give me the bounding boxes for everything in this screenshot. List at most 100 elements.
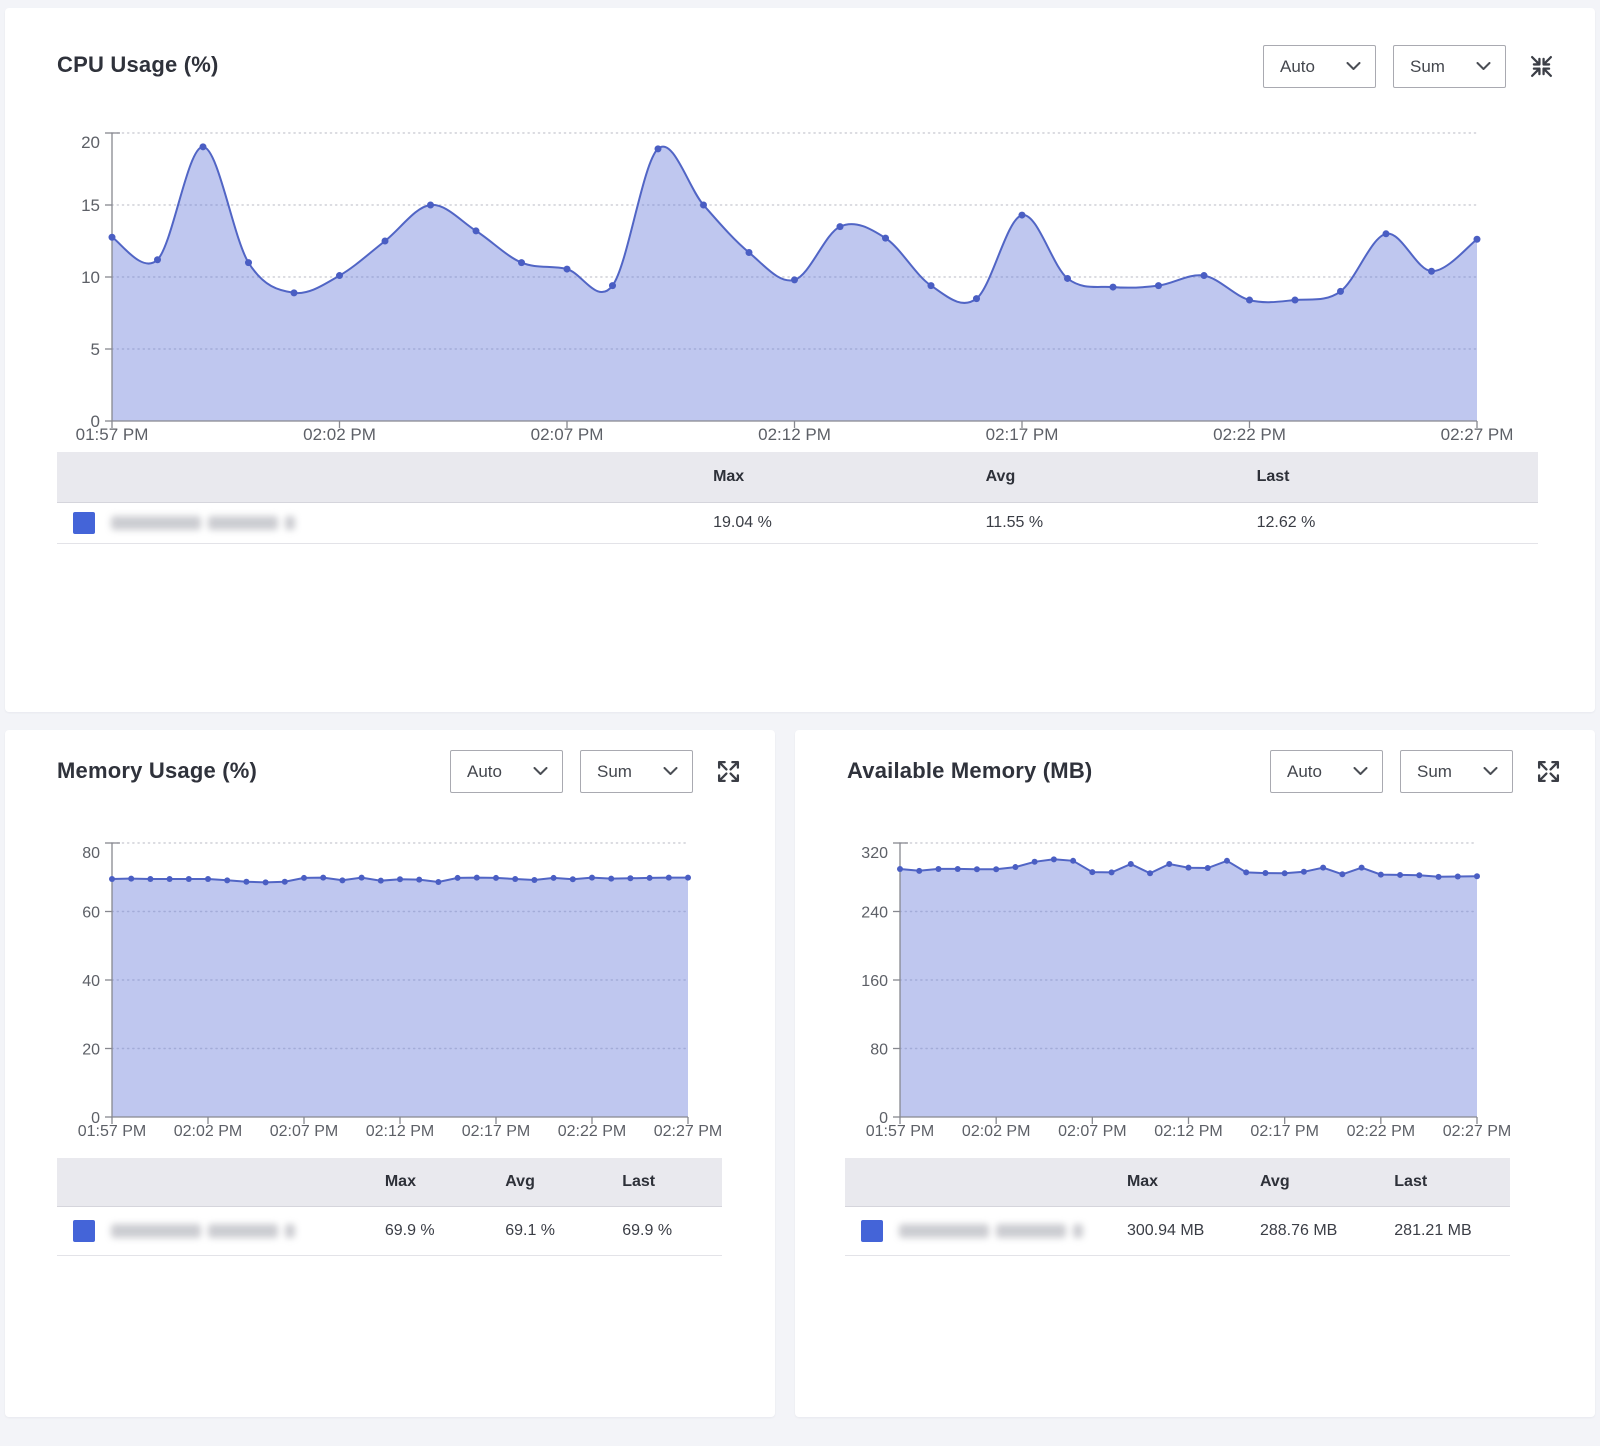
legend-series-row[interactable]	[57, 503, 713, 544]
legend-series-row[interactable]	[845, 1207, 1127, 1256]
series-last-value: 69.9 %	[622, 1207, 722, 1256]
svg-text:02:12 PM: 02:12 PM	[758, 425, 831, 444]
series-color-swatch	[861, 1220, 883, 1242]
aggregation-select[interactable]: Sum	[580, 750, 693, 793]
series-color-swatch	[73, 512, 95, 534]
available-memory-chart-canvas[interactable]: 08016024032001:57 PM02:02 PM02:07 PM02:1…	[795, 818, 1595, 1153]
svg-text:160: 160	[861, 973, 888, 990]
cpu-usage-chart-canvas[interactable]: 0510152001:57 PM02:02 PM02:07 PM02:12 PM…	[5, 116, 1595, 461]
svg-text:10: 10	[81, 268, 100, 287]
aggregation-select-value: Sum	[597, 762, 632, 782]
chart-controls: Auto Sum	[1270, 750, 1562, 793]
aggregation-select-value: Sum	[1410, 57, 1445, 77]
svg-text:02:22 PM: 02:22 PM	[1213, 425, 1286, 444]
legend-header-avg: Avg	[1260, 1158, 1394, 1207]
legend-header-avg: Avg	[505, 1158, 622, 1207]
svg-text:02:27 PM: 02:27 PM	[654, 1123, 722, 1140]
svg-text:02:17 PM: 02:17 PM	[986, 425, 1059, 444]
legend-series-row[interactable]	[57, 1207, 385, 1256]
svg-text:02:12 PM: 02:12 PM	[1154, 1123, 1222, 1140]
svg-text:01:57 PM: 01:57 PM	[76, 425, 149, 444]
cpu-legend-table: Max Avg Last 19.04 % 11.55 % 12.62 %	[57, 452, 1538, 544]
chevron-down-icon	[1483, 767, 1498, 776]
expand-icon	[716, 759, 741, 784]
svg-text:02:02 PM: 02:02 PM	[174, 1123, 242, 1140]
series-last-value: 12.62 %	[1257, 503, 1538, 544]
svg-text:02:22 PM: 02:22 PM	[1347, 1123, 1415, 1140]
range-select-value: Auto	[467, 762, 502, 782]
svg-text:320: 320	[861, 845, 888, 862]
svg-text:40: 40	[82, 973, 100, 990]
svg-text:02:22 PM: 02:22 PM	[558, 1123, 626, 1140]
chart-controls: Auto Sum	[450, 750, 742, 793]
svg-text:02:17 PM: 02:17 PM	[1250, 1123, 1318, 1140]
svg-text:01:57 PM: 01:57 PM	[866, 1123, 934, 1140]
range-select[interactable]: Auto	[1263, 45, 1376, 88]
legend-header-name	[57, 1158, 385, 1207]
expand-chart-button[interactable]	[1534, 758, 1562, 786]
svg-text:02:07 PM: 02:07 PM	[531, 425, 604, 444]
memory-usage-chart-canvas[interactable]: 02040608001:57 PM02:02 PM02:07 PM02:12 P…	[5, 818, 775, 1153]
svg-text:15: 15	[81, 196, 100, 215]
series-avg-value: 69.1 %	[505, 1207, 622, 1256]
legend-header-last: Last	[1257, 452, 1538, 503]
series-max-value: 69.9 %	[385, 1207, 505, 1256]
series-max-value: 19.04 %	[713, 503, 986, 544]
svg-text:02:02 PM: 02:02 PM	[962, 1123, 1030, 1140]
chart-card-memory-usage: Memory Usage (%) Auto Sum 02040608001:57…	[5, 730, 775, 1417]
svg-text:02:27 PM: 02:27 PM	[1441, 425, 1514, 444]
range-select-value: Auto	[1287, 762, 1322, 782]
legend-header-max: Max	[713, 452, 986, 503]
aggregation-select[interactable]: Sum	[1393, 45, 1506, 88]
svg-text:20: 20	[82, 1042, 100, 1059]
collapse-icon	[1529, 54, 1554, 79]
series-avg-value: 11.55 %	[986, 503, 1257, 544]
memory-legend-table: Max Avg Last 69.9 % 69.1 % 69.9 %	[57, 1158, 722, 1256]
collapse-chart-button[interactable]	[1527, 53, 1555, 81]
range-select[interactable]: Auto	[1270, 750, 1383, 793]
series-color-swatch	[73, 1220, 95, 1242]
series-name-redacted	[111, 516, 295, 530]
svg-text:02:17 PM: 02:17 PM	[462, 1123, 530, 1140]
series-name-redacted	[899, 1224, 1083, 1238]
svg-text:5: 5	[91, 340, 100, 359]
series-last-value: 281.21 MB	[1394, 1207, 1510, 1256]
svg-text:02:07 PM: 02:07 PM	[270, 1123, 338, 1140]
range-select-value: Auto	[1280, 57, 1315, 77]
aggregation-select-value: Sum	[1417, 762, 1452, 782]
chart-title: CPU Usage (%)	[57, 52, 219, 78]
expand-chart-button[interactable]	[714, 758, 742, 786]
svg-text:02:07 PM: 02:07 PM	[1058, 1123, 1126, 1140]
svg-text:02:27 PM: 02:27 PM	[1443, 1123, 1511, 1140]
legend-header-last: Last	[1394, 1158, 1510, 1207]
legend-header-avg: Avg	[986, 452, 1257, 503]
chevron-down-icon	[533, 767, 548, 776]
chart-card-cpu-usage: CPU Usage (%) Auto Sum 0510152001:57 PM0…	[5, 8, 1595, 712]
range-select[interactable]: Auto	[450, 750, 563, 793]
chart-card-available-memory: Available Memory (MB) Auto Sum 080160240…	[795, 730, 1595, 1417]
aggregation-select[interactable]: Sum	[1400, 750, 1513, 793]
chevron-down-icon	[1476, 62, 1491, 71]
series-avg-value: 288.76 MB	[1260, 1207, 1394, 1256]
legend-header-last: Last	[622, 1158, 722, 1207]
chevron-down-icon	[1346, 62, 1361, 71]
svg-text:01:57 PM: 01:57 PM	[78, 1123, 146, 1140]
chart-title: Memory Usage (%)	[57, 758, 257, 784]
svg-text:02:12 PM: 02:12 PM	[366, 1123, 434, 1140]
chart-title: Available Memory (MB)	[847, 758, 1092, 784]
svg-text:02:02 PM: 02:02 PM	[303, 425, 376, 444]
legend-header-name	[57, 452, 713, 503]
svg-text:20: 20	[81, 133, 100, 152]
svg-text:80: 80	[82, 845, 100, 862]
chart-controls: Auto Sum	[1263, 45, 1555, 88]
legend-header-max: Max	[1127, 1158, 1260, 1207]
chevron-down-icon	[663, 767, 678, 776]
available-memory-legend-table: Max Avg Last 300.94 MB 288.76 MB 281.21 …	[845, 1158, 1510, 1256]
chevron-down-icon	[1353, 767, 1368, 776]
expand-icon	[1536, 759, 1561, 784]
series-name-redacted	[111, 1224, 295, 1238]
legend-header-max: Max	[385, 1158, 505, 1207]
svg-text:60: 60	[82, 905, 100, 922]
svg-text:240: 240	[861, 905, 888, 922]
legend-header-name	[845, 1158, 1127, 1207]
